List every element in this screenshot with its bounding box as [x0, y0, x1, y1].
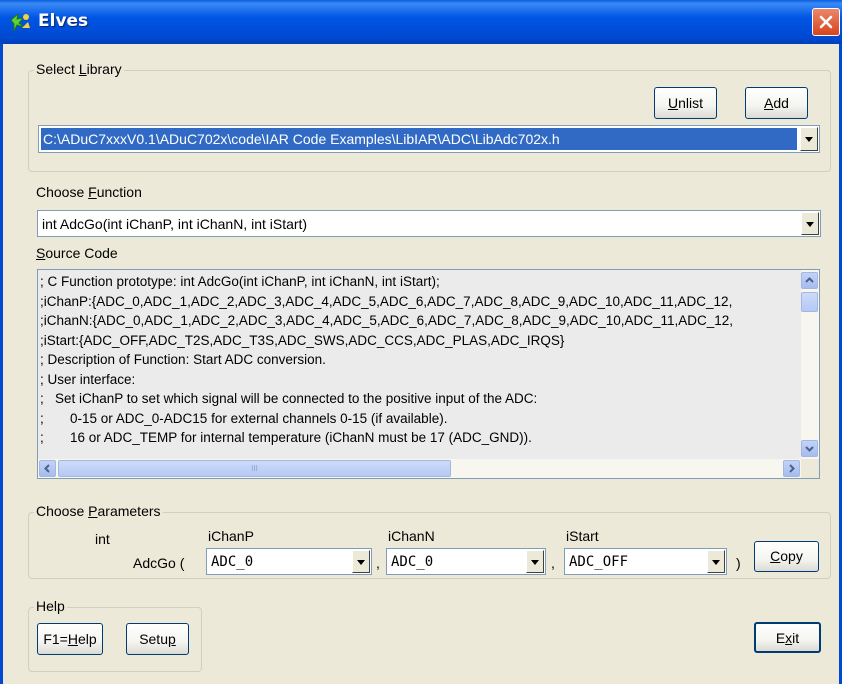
scroll-left-button[interactable] [39, 460, 56, 477]
choose-function-label-accel: F [88, 184, 97, 200]
exit-prefix: E [775, 630, 786, 646]
code-line: ; Set iChanP to set which signal will be… [40, 391, 538, 406]
ichanp-value: ADC_0 [211, 553, 254, 570]
source-code-lines: ; C Function prototype: int AdcGo(int iC… [40, 272, 799, 448]
f1-help-button[interactable]: F1=Help [37, 623, 103, 655]
elves-app-icon [10, 12, 30, 32]
setup-button[interactable]: Setup [126, 623, 189, 655]
scroll-down-button[interactable] [801, 440, 818, 457]
code-line: ;iStart:{ADC_OFF,ADC_T2S,ADC_T3S,ADC_SWS… [40, 332, 565, 348]
source-code-textarea[interactable]: ; C Function prototype: int AdcGo(int iC… [37, 269, 820, 479]
ichanp-dropdown-arrow-icon[interactable] [352, 550, 370, 573]
exit-button[interactable]: Exit [754, 622, 821, 653]
code-line: ; C Function prototype: int AdcGo(int iC… [40, 274, 440, 289]
scroll-right-button[interactable] [783, 460, 800, 477]
param-name-ichann: iChanN [388, 528, 435, 544]
code-line: ; 16 or ADC_TEMP for internal temperatur… [40, 430, 532, 445]
code-line: ; Description of Function: Start ADC con… [40, 352, 326, 367]
code-line: ;iChanN:{ADC_0,ADC_1,ADC_2,ADC_3,ADC_4,A… [40, 313, 734, 328]
unlist-label-rest: nlist [678, 95, 704, 111]
function-select[interactable]: int AdcGo(int iChanP, int iChanN, int iS… [37, 210, 821, 237]
unlist-button[interactable]: Unlist [654, 87, 717, 119]
param-name-ichanp: iChanP [208, 528, 254, 544]
exit-suffix: it [792, 630, 800, 646]
ichann-value: ADC_0 [391, 553, 434, 570]
setup-prefix: Setu [139, 631, 168, 647]
close-paren-label: ) [736, 555, 741, 571]
ichann-select[interactable]: ADC_0 [386, 548, 546, 575]
select-library-label-prefix: Select [36, 61, 79, 77]
library-select[interactable]: C:\ADuC7xxxV0.1\ADuC702x\code\IAR Code E… [38, 125, 820, 153]
param-separator: , [551, 555, 555, 571]
vertical-scrollbar[interactable] [801, 270, 819, 459]
code-line: ; 0-15 or ADC_0-ADC15 for external chann… [40, 410, 448, 426]
select-library-label-accel: L [78, 61, 87, 77]
close-button[interactable] [812, 8, 840, 36]
scrollbar-corner [801, 459, 819, 478]
param-name-istart: iStart [566, 528, 599, 544]
chevron-right-icon [789, 464, 795, 473]
source-code-label-rest: ource Code [45, 245, 118, 261]
horizontal-scroll-thumb[interactable]: III [58, 460, 451, 477]
select-library-label-suffix: ibrary [86, 61, 122, 77]
code-line: ; User interface: [40, 371, 136, 387]
ichanp-select[interactable]: ADC_0 [206, 548, 372, 575]
unlist-accel: U [667, 95, 679, 111]
chevron-left-icon [44, 464, 50, 473]
copy-accel: C [770, 548, 781, 564]
choose-parameters-label-suffix: arameters [97, 503, 161, 519]
f1-help-suffix: elp [77, 631, 97, 647]
help-group-label: Help [34, 598, 67, 614]
choose-function-label: Choose Function [36, 184, 142, 200]
istart-select[interactable]: ADC_OFF [564, 548, 727, 575]
copy-label-rest: opy [780, 548, 803, 564]
select-library-label: Select Library [34, 61, 124, 77]
copy-button[interactable]: Copy [754, 541, 819, 572]
add-button[interactable]: Add [745, 87, 808, 119]
chevron-down-icon [805, 446, 814, 452]
library-path: C:\ADuC7xxxV0.1\ADuC702x\code\IAR Code E… [43, 131, 560, 147]
scroll-thumb-grip: III [251, 464, 258, 473]
source-code-label: Source Code [36, 245, 118, 261]
add-accel: A [764, 95, 774, 111]
horizontal-scrollbar[interactable]: III [38, 459, 801, 478]
add-label-rest: dd [773, 95, 789, 111]
f1-help-prefix: F1= [43, 631, 68, 647]
select-library-group [28, 70, 831, 172]
vertical-scroll-thumb[interactable] [801, 292, 818, 312]
library-dropdown-arrow-icon[interactable] [800, 127, 818, 151]
function-select-value: int AdcGo(int iChanP, int iChanN, int iS… [42, 215, 308, 232]
code-line: ;iChanP:{ADC_0,ADC_1,ADC_2,ADC_3,ADC_4,A… [40, 293, 733, 309]
choose-function-label-suffix: unction [96, 184, 142, 200]
choose-parameters-label-prefix: Choose [36, 503, 89, 519]
choose-function-label-prefix: Choose [36, 184, 89, 200]
function-name-label: AdcGo ( [133, 555, 185, 571]
choose-parameters-label-accel: P [88, 503, 98, 519]
function-dropdown-arrow-icon[interactable] [801, 212, 819, 235]
title-bar[interactable]: Elves [0, 0, 842, 44]
close-icon [819, 15, 833, 29]
window-title: Elves [38, 11, 89, 31]
setup-accel: p [168, 631, 176, 647]
return-type-label: int [95, 531, 110, 547]
istart-value: ADC_OFF [569, 553, 629, 570]
f1-help-accel: H [67, 631, 78, 647]
window-border-left [0, 44, 3, 684]
istart-dropdown-arrow-icon[interactable] [707, 550, 725, 573]
choose-parameters-label: Choose Parameters [34, 503, 163, 519]
scroll-up-button[interactable] [801, 272, 818, 289]
ichann-dropdown-arrow-icon[interactable] [526, 550, 544, 573]
param-separator: , [376, 555, 380, 571]
chevron-up-icon [805, 277, 814, 283]
source-code-label-accel: S [36, 245, 46, 261]
